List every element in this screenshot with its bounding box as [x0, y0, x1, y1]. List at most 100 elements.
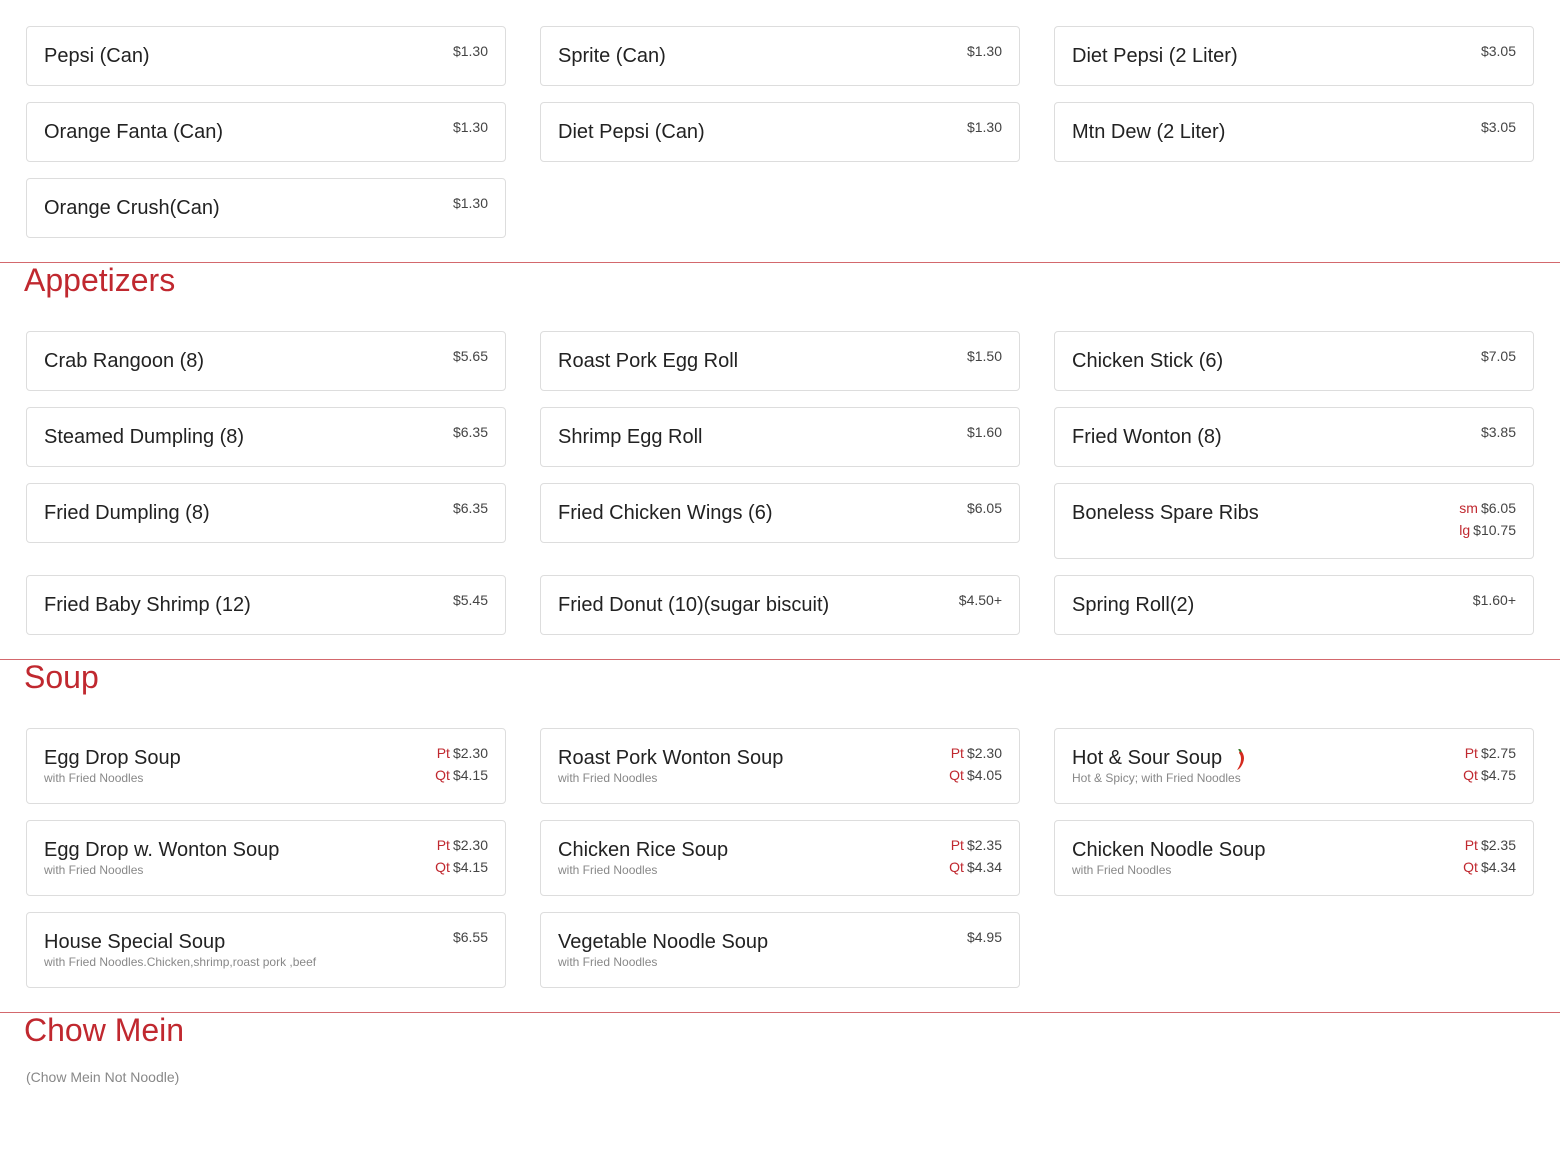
menu-item-prices: $6.55 — [453, 926, 488, 948]
price-value: $3.85 — [1480, 424, 1516, 440]
price-value: $1.30 — [966, 119, 1002, 135]
menu-item-card[interactable]: Diet Pepsi (2 Liter) $3.05 — [1054, 26, 1534, 86]
price-row: $4.95 — [967, 926, 1002, 948]
price-row: Qt $4.05 — [949, 764, 1002, 786]
menu-item-name-row: Pepsi (Can) — [44, 44, 150, 68]
price-row: Pt $2.35 — [949, 834, 1002, 856]
menu-item-card[interactable]: Egg Drop w. Wonton Soup with Fried Noodle… — [26, 820, 506, 896]
menu-item-card[interactable]: Chicken Rice Soup with Fried Noodles Pt $2.… — [540, 820, 1020, 896]
menu-item-card[interactable]: Mtn Dew (2 Liter) $3.05 — [1054, 102, 1534, 162]
menu-item-info: Steamed Dumpling (8) — [44, 425, 244, 449]
menu-item-card[interactable]: Orange Crush(Can) $1.30 — [26, 178, 506, 238]
price-row: $6.05 — [967, 497, 1002, 519]
menu-item-card[interactable]: Fried Chicken Wings (6) $6.05 — [540, 483, 1020, 543]
menu-item-card[interactable]: Orange Fanta (Can) $1.30 — [26, 102, 506, 162]
menu-item-info: Fried Baby Shrimp (12) — [44, 593, 251, 617]
section-divider — [0, 659, 1560, 660]
menu-item-prices: $1.30 — [453, 40, 488, 62]
menu-item-info: Egg Drop Soup with Fried Noodles — [44, 746, 181, 786]
menu-item-name: Vegetable Noodle Soup — [558, 931, 769, 953]
menu-item-name: Diet Pepsi (Can) — [558, 121, 705, 143]
menu-item-name-row: Steamed Dumpling (8) — [44, 425, 244, 449]
menu-item-prices: $3.85 — [1481, 421, 1516, 443]
menu-item-prices: $3.05 — [1481, 116, 1516, 138]
menu-item-info: Spring Roll(2) — [1072, 593, 1194, 617]
menu-item-name-row: Sprite (Can) — [558, 44, 666, 68]
menu-item-prices: $1.30 — [453, 192, 488, 214]
menu-item-info: Sprite (Can) — [558, 44, 666, 68]
menu-item-card[interactable]: Roast Pork Wonton Soup with Fried Noodles… — [540, 728, 1020, 804]
menu-item-name-row: Vegetable Noodle Soup — [558, 930, 768, 954]
price-value: $6.35 — [452, 424, 488, 440]
menu-item-card[interactable]: Spring Roll(2) $1.60+ — [1054, 575, 1534, 635]
menu-item-info: Orange Crush(Can) — [44, 196, 220, 220]
price-value: $1.50 — [966, 348, 1002, 364]
menu-item-info: Chicken Stick (6) — [1072, 349, 1223, 373]
menu-item-prices: $1.50 — [967, 345, 1002, 367]
section-divider — [0, 262, 1560, 263]
menu-item-name-row: Egg Drop w. Wonton Soup — [44, 838, 279, 862]
menu-item-name-row: Fried Wonton (8) — [1072, 425, 1222, 449]
menu-item-card[interactable]: Steamed Dumpling (8) $6.35 — [26, 407, 506, 467]
menu-item-card[interactable]: Fried Dumpling (8) $6.35 — [26, 483, 506, 543]
price-row: lg $10.75 — [1459, 519, 1516, 541]
menu-item-card[interactable]: Fried Donut (10)(sugar biscuit) $4.50+ — [540, 575, 1020, 635]
menu-item-info: Roast Pork Wonton Soup with Fried Noodles — [558, 746, 783, 786]
menu-item-name: Hot & Sour Soup — [1072, 747, 1223, 769]
menu-item-card[interactable]: Egg Drop Soup with Fried Noodles Pt $2.30 Qt… — [26, 728, 506, 804]
menu-item-card[interactable]: Chicken Stick (6) $7.05 — [1054, 331, 1534, 391]
menu-item-description: with Fried Noodles — [44, 771, 144, 785]
menu-item-prices: Pt $2.30 Qt $4.05 — [949, 742, 1002, 786]
price-value: $1.30 — [966, 43, 1002, 59]
menu-item-prices: Pt $2.30 Qt $4.15 — [435, 834, 488, 878]
menu-item-card[interactable]: Shrimp Egg Roll $1.60 — [540, 407, 1020, 467]
price-size-label: Qt — [435, 767, 450, 783]
menu-item-description: with Fried Noodles — [44, 863, 144, 877]
price-row: $1.30 — [453, 116, 488, 138]
menu-item-description: with Fried Noodles — [558, 955, 658, 969]
menu-item-card[interactable]: Crab Rangoon (8) $5.65 — [26, 331, 506, 391]
menu-item-card[interactable]: Fried Baby Shrimp (12) $5.45 — [26, 575, 506, 635]
price-row: Qt $4.75 — [1463, 764, 1516, 786]
menu-item-name-row: Diet Pepsi (2 Liter) — [1072, 44, 1238, 68]
price-size-label: Qt — [949, 767, 964, 783]
menu-item-info: Mtn Dew (2 Liter) — [1072, 120, 1225, 144]
menu-item-card[interactable]: Boneless Spare Ribs sm $6.05 lg $10.75 — [1054, 483, 1534, 559]
price-row: $3.05 — [1481, 40, 1516, 62]
menu-item-description: with Fried Noodles — [558, 771, 658, 785]
section-subtitle: (Chow Mein Not Noodle) — [26, 1069, 180, 1085]
price-row: Qt $4.15 — [435, 856, 488, 878]
price-value: $7.05 — [1480, 348, 1516, 364]
menu-item-card[interactable]: House Special Soup with Fried Noodles.Chi… — [26, 912, 506, 988]
menu-item-name-row: Crab Rangoon (8) — [44, 349, 204, 373]
price-value: $4.15 — [452, 859, 488, 875]
menu-item-card[interactable]: Diet Pepsi (Can) $1.30 — [540, 102, 1020, 162]
menu-item-card[interactable]: Vegetable Noodle Soup with Fried Noodles $… — [540, 912, 1020, 988]
price-value: $4.05 — [966, 767, 1002, 783]
menu-item-name: Pepsi (Can) — [44, 45, 150, 67]
menu-item-prices: $4.95 — [967, 926, 1002, 948]
price-row: $1.30 — [453, 192, 488, 214]
price-value: $6.35 — [452, 500, 488, 516]
menu-item-name: Boneless Spare Ribs — [1072, 502, 1259, 524]
price-size-label: Pt — [436, 745, 450, 761]
menu-item-card[interactable]: Sprite (Can) $1.30 — [540, 26, 1020, 86]
price-row: $4.50+ — [959, 589, 1002, 611]
menu-item-card[interactable]: Hot & Sour Soup Hot & Spicy; with Fried N… — [1054, 728, 1534, 804]
menu-item-card[interactable]: Chicken Noodle Soup with Fried Noodles Pt $… — [1054, 820, 1534, 896]
menu-item-name-row: Roast Pork Wonton Soup — [558, 746, 783, 770]
price-row: $1.30 — [967, 116, 1002, 138]
price-value: $1.60 — [966, 424, 1002, 440]
menu-item-card[interactable]: Fried Wonton (8) $3.85 — [1054, 407, 1534, 467]
menu-item-card[interactable]: Roast Pork Egg Roll $1.50 — [540, 331, 1020, 391]
menu-item-prices: $7.05 — [1481, 345, 1516, 367]
menu-item-prices: $3.05 — [1481, 40, 1516, 62]
menu-item-prices: $4.50+ — [959, 589, 1002, 611]
price-row: $1.50 — [967, 345, 1002, 367]
menu-item-card[interactable]: Pepsi (Can) $1.30 — [26, 26, 506, 86]
menu-item-prices: $1.60 — [967, 421, 1002, 443]
menu-item-name-row: Roast Pork Egg Roll — [558, 349, 738, 373]
price-row: $5.45 — [453, 589, 488, 611]
price-value: $4.95 — [966, 929, 1002, 945]
price-value: $1.60+ — [1472, 592, 1516, 608]
